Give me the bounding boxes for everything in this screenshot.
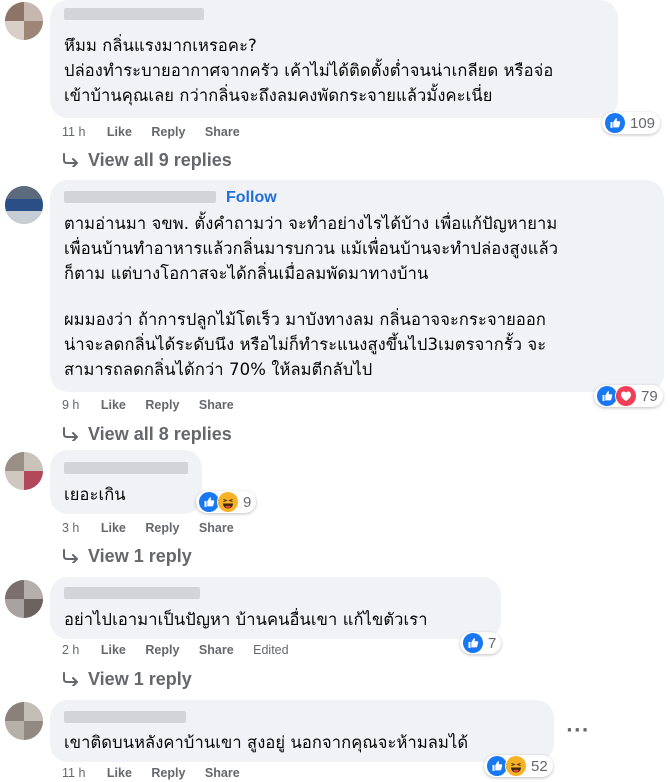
- comment-text-line: อย่าไปเอามาเป็นปัญหา บ้านคนอื่นเขา แก้ไข…: [64, 610, 428, 629]
- reaction-summary[interactable]: 109: [602, 112, 661, 134]
- reaction-count: 9: [243, 493, 252, 511]
- comment-bubble: อย่าไปเอามาเป็นปัญหา บ้านคนอื่นเขา แก้ไข…: [50, 577, 501, 639]
- like-button[interactable]: Like: [101, 398, 126, 412]
- comment-actions: 11 h Like Reply Share: [62, 766, 256, 780]
- reply-arrow-icon: [63, 153, 78, 167]
- comment-bubble: เยอะเกิน: [50, 450, 202, 514]
- like-button[interactable]: Like: [101, 521, 126, 535]
- reaction-summary[interactable]: 79: [594, 385, 663, 407]
- comment-bubble: เขาติดบนหลังคาบ้านเขา สูงอยู่ นอกจากคุณจ…: [50, 700, 554, 762]
- reaction-summary[interactable]: 9: [196, 491, 257, 513]
- reply-arrow-icon: [63, 549, 78, 563]
- reaction-count: 79: [641, 387, 658, 405]
- comment-actions: 9 h Like Reply Share: [62, 398, 250, 412]
- reply-arrow-icon: [63, 672, 78, 686]
- view-replies-label: View 1 reply: [88, 669, 192, 689]
- share-button[interactable]: Share: [205, 125, 240, 139]
- comment-text-line: ผมมองว่า ถ้าการปลูกไม้โตเร็ว มาบังทางลม …: [64, 310, 546, 329]
- share-button[interactable]: Share: [199, 521, 234, 535]
- comment-text-line: เขาติดบนหลังคาบ้านเขา สูงอยู่ นอกจากคุณจ…: [64, 733, 469, 752]
- comment-actions: 3 h Like Reply Share: [62, 521, 250, 535]
- like-icon: [462, 632, 484, 654]
- reply-button[interactable]: Reply: [145, 521, 179, 535]
- like-button[interactable]: Like: [107, 766, 132, 780]
- avatar[interactable]: [5, 2, 43, 40]
- more-options-button[interactable]: ···: [566, 720, 590, 741]
- comment-actions: 11 h Like Reply Share: [62, 125, 256, 139]
- timestamp[interactable]: 3 h: [62, 521, 79, 535]
- like-button[interactable]: Like: [101, 643, 126, 657]
- view-replies-label: View all 8 replies: [88, 424, 232, 444]
- comment-text-line: หึมม กลิ่นแรงมากเหรอคะ?: [64, 36, 257, 55]
- author-name[interactable]: [64, 587, 200, 599]
- comment-text-line: เพื่อนบ้านทำอาหารแล้วกลิ่นมารบกวน แม้เพื…: [64, 239, 559, 258]
- comment-text-line: ตามอ่านมา จขพ. ตั้งคำถามว่า จะทำอย่างไรไ…: [64, 214, 558, 233]
- reaction-count: 52: [531, 757, 548, 775]
- like-button[interactable]: Like: [107, 125, 132, 139]
- reaction-summary[interactable]: 52: [484, 755, 553, 777]
- view-replies-link[interactable]: View all 8 replies: [62, 424, 232, 445]
- love-icon: [615, 385, 637, 407]
- reply-arrow-icon: [63, 427, 78, 441]
- like-icon: [604, 112, 626, 134]
- comment-actions: 2 h Like Reply Share Edited: [62, 643, 305, 657]
- comment-text-line: เยอะเกิน: [64, 485, 126, 504]
- avatar[interactable]: [5, 452, 43, 490]
- comment-text-line: ปล่องทำระบายอากาศจากครัว เค้าไม่ได้ติดตั…: [64, 61, 554, 80]
- view-replies-label: View 1 reply: [88, 546, 192, 566]
- haha-icon: [217, 491, 239, 513]
- reaction-count: 7: [488, 634, 497, 652]
- avatar[interactable]: [5, 702, 43, 740]
- reply-button[interactable]: Reply: [145, 643, 179, 657]
- share-button[interactable]: Share: [205, 766, 240, 780]
- comment-text-line: น่าจะลดกลิ่นได้ระดับนึง หรือไม่ก็ทำระแนง…: [64, 335, 547, 354]
- reply-button[interactable]: Reply: [151, 125, 185, 139]
- haha-icon: [505, 755, 527, 777]
- timestamp[interactable]: 2 h: [62, 643, 79, 657]
- author-name[interactable]: [64, 191, 216, 203]
- share-button[interactable]: Share: [199, 643, 234, 657]
- edited-label: Edited: [253, 643, 289, 657]
- comment-text-line: ก็ตาม แต่บางโอกาสจะได้กลิ่นเมื่อลมพัดมาท…: [64, 264, 429, 283]
- comment-text-line: เข้าบ้านคุณเลย กว่ากลิ่นจะถึงลมคงพัดกระจ…: [64, 86, 493, 105]
- avatar[interactable]: [5, 186, 43, 224]
- timestamp[interactable]: 11 h: [62, 125, 85, 139]
- reply-button[interactable]: Reply: [151, 766, 185, 780]
- follow-button[interactable]: Follow: [226, 189, 277, 207]
- avatar[interactable]: [5, 580, 43, 618]
- view-replies-link[interactable]: View 1 reply: [62, 546, 192, 567]
- comment-text-line: สามารถลดกลิ่นได้กว่า 70% ให้ลมตีกลับไป: [64, 360, 373, 379]
- reaction-count: 109: [630, 114, 656, 132]
- share-button[interactable]: Share: [199, 398, 234, 412]
- comment-bubble: หึมม กลิ่นแรงมากเหรอคะ? ปล่องทำระบายอากา…: [50, 0, 618, 118]
- view-replies-link[interactable]: View all 9 replies: [62, 150, 232, 171]
- author-name[interactable]: [64, 711, 186, 723]
- comment-bubble: Follow ตามอ่านมา จขพ. ตั้งคำถามว่า จะทำอ…: [50, 180, 664, 392]
- timestamp[interactable]: 9 h: [62, 398, 79, 412]
- reaction-summary[interactable]: 7: [460, 632, 502, 654]
- author-name[interactable]: [64, 462, 188, 474]
- reply-button[interactable]: Reply: [145, 398, 179, 412]
- view-replies-link[interactable]: View 1 reply: [62, 669, 192, 690]
- view-replies-label: View all 9 replies: [88, 150, 232, 170]
- author-name[interactable]: [64, 8, 204, 20]
- timestamp[interactable]: 11 h: [62, 766, 85, 780]
